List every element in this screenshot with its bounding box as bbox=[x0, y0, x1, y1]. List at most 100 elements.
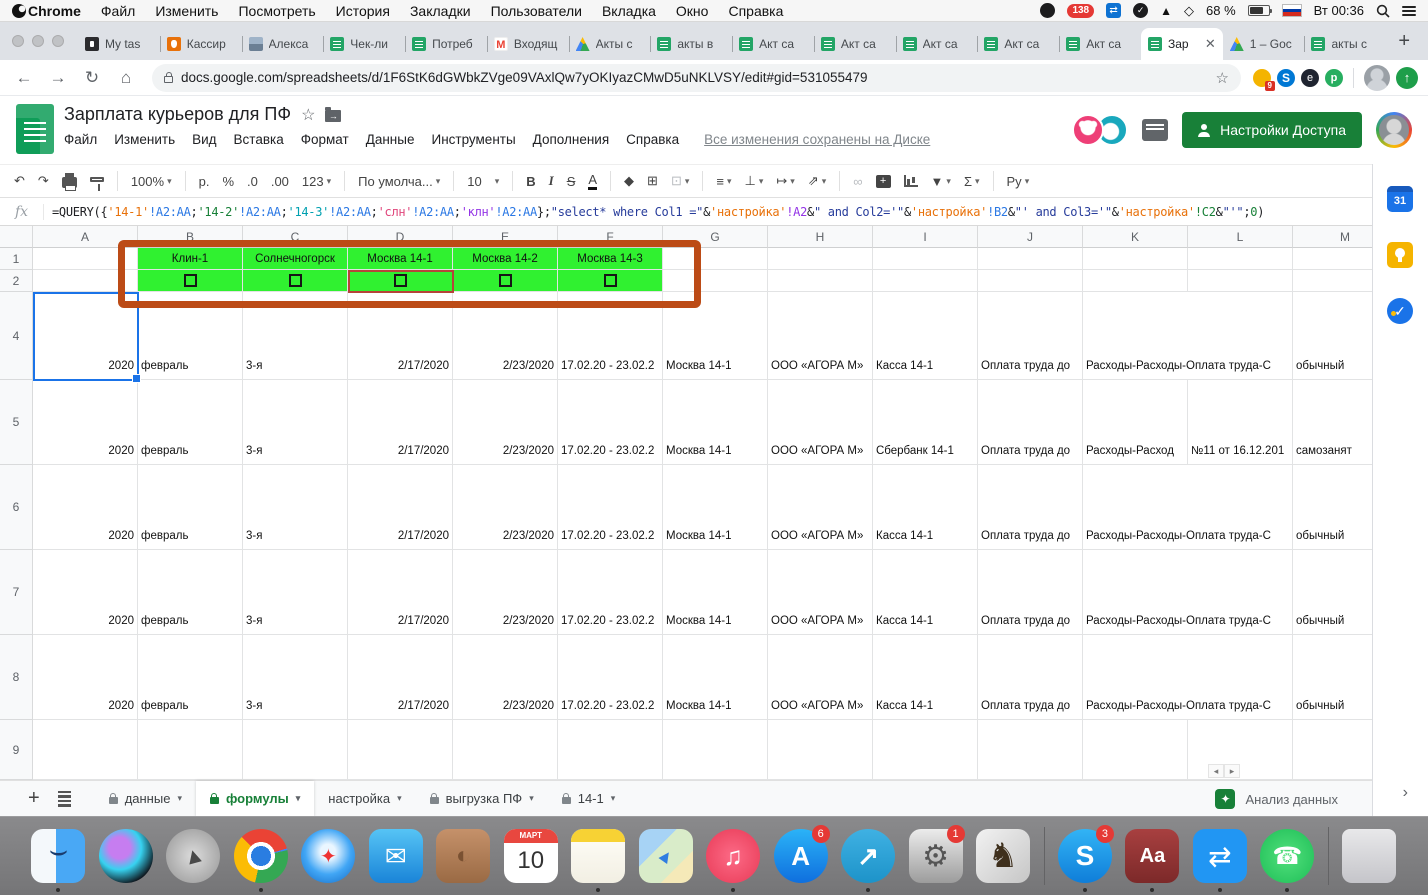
dock-appstore-icon[interactable]: A6 bbox=[773, 825, 830, 883]
column-header-G[interactable]: G bbox=[663, 226, 768, 248]
column-header-B[interactable]: B bbox=[138, 226, 243, 248]
browser-tab[interactable]: Чек-ли bbox=[323, 28, 405, 60]
checkbox-B2[interactable] bbox=[183, 274, 197, 287]
dock-mail-icon[interactable]: ✉ bbox=[368, 829, 423, 883]
scroll-right-arrow[interactable]: ▸ bbox=[1224, 764, 1240, 778]
column-header-J[interactable]: J bbox=[978, 226, 1083, 248]
sheet-tab-настройка[interactable]: настройка ▾ bbox=[314, 781, 415, 817]
browser-tab[interactable]: Зар ✕ bbox=[1140, 28, 1223, 60]
filter-button[interactable]: ▼ ▾ bbox=[931, 174, 951, 189]
tab-close-icon[interactable]: ✕ bbox=[1205, 36, 1216, 52]
dock-notes-icon[interactable] bbox=[571, 829, 626, 892]
cell-A7[interactable]: 2020 bbox=[33, 550, 138, 635]
cell-J6[interactable]: Оплата труда до bbox=[978, 465, 1083, 550]
back-button[interactable]: ← bbox=[10, 68, 38, 88]
menu-данные[interactable]: Данные bbox=[366, 132, 415, 147]
menubar-item-изменить[interactable]: Изменить bbox=[155, 3, 218, 19]
sheets-logo-icon[interactable] bbox=[16, 104, 54, 154]
cell-F2[interactable] bbox=[558, 270, 663, 292]
cell-K4[interactable]: Расходы-Расходы-Оплата труда-С bbox=[1083, 292, 1293, 380]
comment-history-icon[interactable] bbox=[1142, 119, 1169, 141]
chrome-update-icon[interactable]: ↑ bbox=[1396, 66, 1418, 89]
dock-whatsapp-icon[interactable]: ☎ bbox=[1260, 829, 1315, 892]
zoom-window-button[interactable] bbox=[52, 35, 64, 47]
cell-A5[interactable]: 2020 bbox=[33, 380, 138, 465]
row-header-6[interactable]: 6 bbox=[0, 465, 33, 550]
menubar-item-файл[interactable]: Файл bbox=[101, 3, 135, 19]
sheet-tab-данные[interactable]: данные ▾ bbox=[95, 781, 196, 817]
cell-J7[interactable]: Оплата труда до bbox=[978, 550, 1083, 635]
cell-D4[interactable]: 2/17/2020 bbox=[348, 292, 453, 380]
strikethrough-button[interactable]: S bbox=[567, 174, 576, 189]
cell-L1[interactable] bbox=[1188, 248, 1293, 270]
diamond-menubar-icon[interactable]: ◇ bbox=[1184, 3, 1194, 19]
column-header-C[interactable]: C bbox=[243, 226, 348, 248]
browser-tab[interactable]: 1 – Goc bbox=[1223, 28, 1305, 60]
cell-B6[interactable]: февраль bbox=[138, 465, 243, 550]
sheet-tab-menu-icon[interactable]: ▾ bbox=[611, 793, 616, 804]
cell-G9[interactable] bbox=[663, 720, 768, 780]
extension-e-icon[interactable]: e bbox=[1301, 68, 1319, 87]
browser-tab[interactable]: Акт са bbox=[732, 28, 814, 60]
all-sheets-button[interactable] bbox=[57, 790, 71, 807]
cell-G1[interactable] bbox=[663, 248, 768, 270]
vertical-align-button[interactable]: ⊥ ▾ bbox=[745, 173, 764, 189]
cell-F6[interactable]: 17.02.20 - 23.02.2 bbox=[558, 465, 663, 550]
cell-F5[interactable]: 17.02.20 - 23.02.2 bbox=[558, 380, 663, 465]
column-header-F[interactable]: F bbox=[558, 226, 663, 248]
browser-tab[interactable]: акты в bbox=[650, 28, 732, 60]
notification-center-icon[interactable] bbox=[1402, 5, 1416, 16]
cell-C4[interactable]: 3-я bbox=[243, 292, 348, 380]
browser-tab[interactable]: Акт са bbox=[895, 28, 978, 60]
spotlight-search-icon[interactable] bbox=[1376, 4, 1390, 18]
reload-button[interactable]: ↻ bbox=[78, 68, 106, 88]
row-header-1[interactable]: 1 bbox=[0, 248, 33, 270]
dock-siri-icon[interactable] bbox=[98, 829, 153, 883]
cell-A9[interactable] bbox=[33, 720, 138, 780]
column-header-I[interactable]: I bbox=[873, 226, 978, 248]
dock-maps-icon[interactable]: ▲ bbox=[638, 829, 693, 883]
bold-button[interactable]: B bbox=[526, 174, 535, 189]
menu-инструменты[interactable]: Инструменты bbox=[431, 132, 515, 147]
dock-music-icon[interactable]: ♫ bbox=[706, 829, 761, 892]
borders-button[interactable]: ⊞ bbox=[647, 173, 658, 189]
extension-yellow-icon[interactable]: 9 bbox=[1253, 68, 1275, 91]
cell-B9[interactable] bbox=[138, 720, 243, 780]
column-header-H[interactable]: H bbox=[768, 226, 873, 248]
cell-K7[interactable]: Расходы-Расходы-Оплата труда-С bbox=[1083, 550, 1293, 635]
row-header-4[interactable]: 4 bbox=[0, 292, 33, 380]
cell-I7[interactable]: Касса 14-1 bbox=[873, 550, 978, 635]
cell-K2[interactable] bbox=[1083, 270, 1188, 292]
dock-chess-icon[interactable]: ♞ bbox=[976, 829, 1031, 883]
cell-A1[interactable] bbox=[33, 248, 138, 270]
cell-C6[interactable]: 3-я bbox=[243, 465, 348, 550]
cell-C8[interactable]: 3-я bbox=[243, 635, 348, 720]
cell-E5[interactable]: 2/23/2020 bbox=[453, 380, 558, 465]
input-tools-button[interactable]: Ру ▾ bbox=[1007, 174, 1030, 189]
merge-cells-button[interactable]: ⊡ ▾ bbox=[671, 173, 689, 189]
text-wrap-button[interactable]: ↦ ▾ bbox=[776, 173, 794, 189]
scroll-left-arrow[interactable]: ◂ bbox=[1208, 764, 1224, 778]
checkmark-menubar-icon[interactable]: ✓ bbox=[1133, 3, 1149, 18]
sheet-tab-выгрузка ПФ[interactable]: выгрузка ПФ ▾ bbox=[416, 781, 548, 817]
browser-tab[interactable]: акты с bbox=[1304, 28, 1386, 60]
cell-J4[interactable]: Оплата труда до bbox=[978, 292, 1083, 380]
grid-corner[interactable] bbox=[0, 226, 33, 248]
minimize-window-button[interactable] bbox=[32, 35, 44, 47]
menu-дополнения[interactable]: Дополнения bbox=[533, 132, 609, 147]
dock-settings-icon[interactable]: ⚙ 1 bbox=[908, 825, 965, 883]
dock-skype-icon[interactable]: S3 bbox=[1057, 825, 1114, 892]
menu-формат[interactable]: Формат bbox=[301, 132, 349, 147]
checkbox-D2[interactable] bbox=[393, 274, 407, 287]
cell-I4[interactable]: Касса 14-1 bbox=[873, 292, 978, 380]
url-text[interactable]: docs.google.com/spreadsheets/d/1F6StK6dG… bbox=[181, 70, 1208, 85]
sheet-tab-формулы[interactable]: формулы ▾ bbox=[195, 780, 315, 817]
cell-K9[interactable] bbox=[1083, 720, 1188, 780]
cell-H5[interactable]: ООО «АГОРА М» bbox=[768, 380, 873, 465]
share-button[interactable]: Настройки Доступа bbox=[1182, 112, 1362, 148]
cell-J2[interactable] bbox=[978, 270, 1083, 292]
menu-вид[interactable]: Вид bbox=[192, 132, 216, 147]
browser-tab[interactable]: Акты с bbox=[568, 28, 651, 60]
font-size-select[interactable]: 10 ▾ bbox=[467, 174, 499, 189]
column-header-D[interactable]: D bbox=[348, 226, 453, 248]
